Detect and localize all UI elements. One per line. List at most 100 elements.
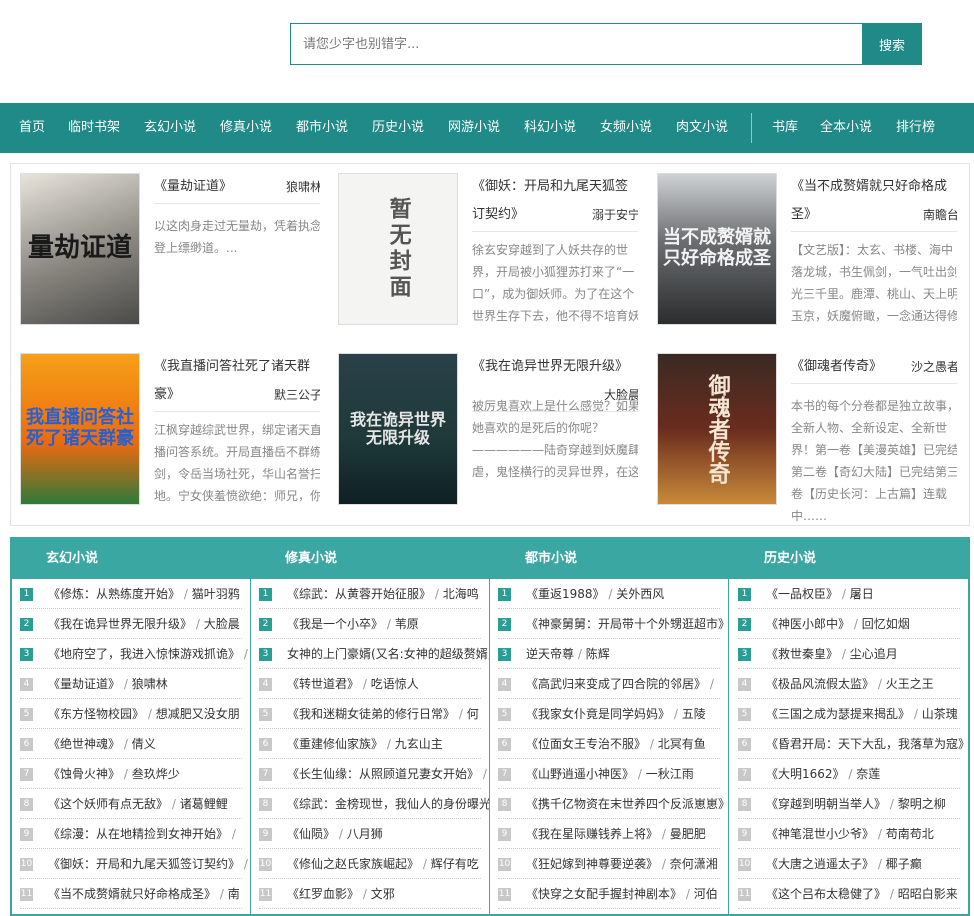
rank-book-link[interactable]: 《修炼：从熟练度开始》 (48, 587, 180, 601)
rank-author-link[interactable]: 椰子癫 (886, 857, 922, 871)
book-author[interactable]: 南瞻台 (923, 201, 957, 229)
rank-book-link[interactable]: 《我和迷糊女徒弟的修行日常》 (287, 707, 455, 721)
rank-author-link[interactable]: 一秋江雨 (646, 767, 694, 781)
rank-book-link[interactable]: 《重建修仙家族》 (287, 737, 383, 751)
rank-author-link[interactable]: 九玄山主 (395, 737, 443, 751)
rank-author-link[interactable]: 何 (467, 707, 479, 721)
rank-book-link[interactable]: 《地府空了，我进入惊悚游戏抓诡》 (48, 647, 240, 661)
rank-author-link[interactable]: 苇原 (395, 617, 419, 631)
rank-column-title[interactable]: 玄幻小说 (46, 539, 98, 579)
book-cover[interactable]: 暂无封面 (338, 173, 458, 325)
nav-item-nvpin[interactable]: 女频小说 (600, 103, 652, 153)
book-cover[interactable]: 当不成赘婿就只好命格成圣 (657, 173, 777, 325)
rank-book-link[interactable]: 《蚀骨火神》 (48, 767, 120, 781)
rank-column-title[interactable]: 修真小说 (285, 539, 337, 579)
nav-item-xuanhuan[interactable]: 玄幻小说 (144, 103, 196, 153)
nav-item-wangyou[interactable]: 网游小说 (448, 103, 500, 153)
rank-author-link[interactable]: 大脸晨 (204, 617, 240, 631)
featured-card[interactable]: 我在诡异世界无限升级 《我在诡异世界无限升级》 大脸晨 被厉鬼喜欢上是什么感觉？… (338, 353, 638, 523)
rank-book-link[interactable]: 《快穿之女配手握封神剧本》 (526, 887, 682, 901)
rank-book-link[interactable]: 《山野逍遥小神医》 (526, 767, 634, 781)
rank-author-link[interactable]: 北冥有鱼 (658, 737, 706, 751)
rank-author-link[interactable]: 辉仔有吃 (431, 857, 479, 871)
book-cover[interactable]: 御魂者传奇 (657, 353, 777, 505)
rank-book-link[interactable]: 《携千亿物资在末世养四个反派崽崽》 (526, 797, 728, 811)
rank-book-link[interactable]: 《大明1662》 (766, 767, 845, 781)
rank-book-link[interactable]: 女神的上门豪婿(又名:女神的超级赘婿, (287, 647, 489, 661)
rank-book-link[interactable]: 逆天帝尊 (526, 647, 574, 661)
rank-book-link[interactable]: 《综漫：从在地精捡到女神开始》 (48, 827, 228, 841)
rank-book-link[interactable]: 《转世道君》 (287, 677, 359, 691)
featured-card[interactable]: 量劫证道 《量劫证道》 狼啸林 以这肉身走过无量劫，凭着执念登上缥缈道。... (20, 173, 320, 343)
rank-author-link[interactable]: 叁玖烨少 (132, 767, 180, 781)
book-cover[interactable]: 我直播问答社死了诸天群豪 (20, 353, 140, 505)
rank-book-link[interactable]: 《我是一个小卒》 (287, 617, 383, 631)
rank-author-link[interactable]: 黎明之柳 (898, 797, 946, 811)
rank-column-title[interactable]: 都市小说 (525, 539, 577, 579)
rank-author-link[interactable]: 五陵 (682, 707, 706, 721)
rank-book-link[interactable]: 《我家女仆竟是同学妈妈》 (526, 707, 670, 721)
rank-author-link[interactable]: 狼啸林 (132, 677, 168, 691)
rank-author-link[interactable]: 想减肥又没女朋 (156, 707, 240, 721)
rank-author-link[interactable]: 苟南苟北 (886, 827, 934, 841)
rank-book-link[interactable]: 《重返1988》 (526, 587, 605, 601)
rank-book-link[interactable]: 《我在诡异世界无限升级》 (48, 617, 192, 631)
rank-book-link[interactable]: 《仙陨》 (287, 827, 335, 841)
rank-author-link[interactable]: 河伯 (694, 887, 718, 901)
rank-book-link[interactable]: 《御妖：开局和九尾天狐签订契约》 (48, 857, 240, 871)
book-title[interactable]: 《我在诡异世界无限升级》 (472, 359, 628, 374)
nav-item-home[interactable]: 首页 (19, 103, 45, 153)
rank-book-link[interactable]: 《绝世神魂》 (48, 737, 120, 751)
rank-book-link[interactable]: 《量劫证道》 (48, 677, 120, 691)
book-author[interactable]: 狼啸林 (286, 173, 320, 201)
rank-author-link[interactable]: 北海鸣 (443, 587, 479, 601)
book-title[interactable]: 《御魂者传奇》 (791, 359, 882, 374)
book-author[interactable]: 溺于安宁 (592, 201, 638, 229)
rank-book-link[interactable]: 《救世秦皇》 (766, 647, 838, 661)
rank-book-link[interactable]: 《综武：金榜现世，我仙人的身份曝光 (287, 797, 489, 811)
book-author[interactable]: 默三公子 (274, 381, 320, 409)
rank-book-link[interactable]: 《穿越到明朝当举人》 (766, 797, 886, 811)
rank-book-link[interactable]: 《三国之成为瑟提来揭乱》 (766, 707, 910, 721)
rank-author-link[interactable]: 文邪 (371, 887, 395, 901)
nav-item-library[interactable]: 书库 (772, 103, 798, 153)
rank-book-link[interactable]: 《东方怪物校园》 (48, 707, 144, 721)
featured-card[interactable]: 我直播问答社死了诸天群豪 《我直播问答社死了诸天群豪》 默三公子 江枫穿越综武世… (20, 353, 320, 523)
rank-book-link[interactable]: 《我在星际赚钱养上将》 (526, 827, 658, 841)
rank-author-link[interactable]: 屠日 (850, 587, 874, 601)
rank-author-link[interactable]: 诸葛鲤鲤 (180, 797, 228, 811)
rank-author-link[interactable]: 八月狮 (347, 827, 383, 841)
rank-author-link[interactable]: 山茶瑰 (922, 707, 958, 721)
featured-card[interactable]: 当不成赘婿就只好命格成圣 《当不成赘婿就只好命格成圣》 南瞻台 【文艺版】：太玄… (657, 173, 957, 343)
rank-book-link[interactable]: 《一品权臣》 (766, 587, 838, 601)
rank-author-link[interactable]: 猫叶羽鸦 (192, 587, 240, 601)
rank-book-link[interactable]: 《极品风流假太监》 (766, 677, 874, 691)
book-cover[interactable]: 量劫证道 (20, 173, 140, 325)
rank-book-link[interactable]: 《修仙之赵氏家族崛起》 (287, 857, 419, 871)
book-cover[interactable]: 我在诡异世界无限升级 (338, 353, 458, 505)
nav-item-xiuzhen[interactable]: 修真小说 (220, 103, 272, 153)
search-button[interactable]: 搜索 (862, 23, 922, 65)
rank-author-link[interactable]: 关外西风 (616, 587, 664, 601)
nav-item-completed[interactable]: 全本小说 (820, 103, 872, 153)
rank-author-link[interactable]: 火王之王 (886, 677, 934, 691)
rank-column-title[interactable]: 历史小说 (764, 539, 816, 579)
nav-item-bookshelf[interactable]: 临时书架 (68, 103, 120, 153)
nav-item-rouwen[interactable]: 肉文小说 (676, 103, 728, 153)
rank-author-link[interactable]: 尘心追月 (850, 647, 898, 661)
rank-author-link[interactable]: 南 (228, 887, 240, 901)
rank-book-link[interactable]: 《长生仙缘：从照顾道兄妻女开始》 (287, 767, 479, 781)
rank-author-link[interactable]: 倩义 (132, 737, 156, 751)
rank-book-link[interactable]: 《狂妃嫁到神尊要逆袭》 (526, 857, 658, 871)
rank-author-link[interactable]: 奈何潇湘 (670, 857, 718, 871)
rank-author-link[interactable]: 奈莲 (856, 767, 880, 781)
rank-book-link[interactable]: 《综武：从黄蓉开始征服》 (287, 587, 431, 601)
book-title[interactable]: 《量劫证道》 (154, 179, 232, 194)
rank-book-link[interactable]: 《这个妖师有点无敌》 (48, 797, 168, 811)
rank-author-link[interactable]: 昭昭白影来 (898, 887, 958, 901)
featured-card[interactable]: 御魂者传奇 《御魂者传奇》 沙之愚者 本书的每个分卷都是独立故事，全新人物、全新… (657, 353, 957, 523)
book-author[interactable]: 沙之愚者 (911, 353, 957, 381)
nav-item-kehuan[interactable]: 科幻小说 (524, 103, 576, 153)
nav-item-lishi[interactable]: 历史小说 (372, 103, 424, 153)
rank-author-link[interactable]: 曼肥肥 (670, 827, 706, 841)
